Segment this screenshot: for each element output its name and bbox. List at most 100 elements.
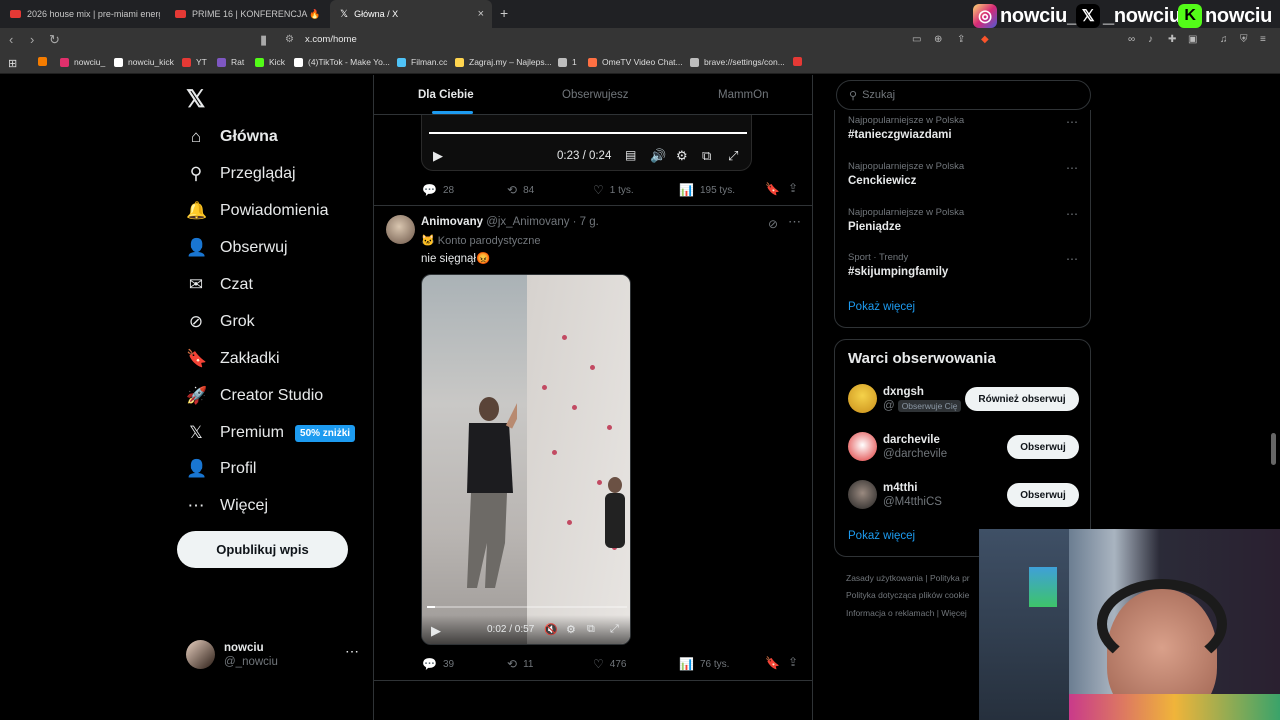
trend-item[interactable]: Najpopularniejsze w Polska Cenckiewicz bbox=[848, 161, 964, 187]
bookmark-8[interactable]: Zagraj.my – Najleps... bbox=[455, 57, 552, 67]
apps-icon[interactable]: ⊞ bbox=[8, 57, 17, 70]
reply-button[interactable]: 💬 28 bbox=[422, 183, 454, 197]
mute-icon[interactable]: 🔇 bbox=[544, 623, 558, 636]
like-button[interactable]: ♡ 476 bbox=[593, 657, 626, 671]
sidebar-item-grok[interactable]: ⊘ Grok bbox=[186, 312, 255, 332]
account-switcher[interactable]: nowciu @_nowciu ⋯ bbox=[186, 640, 359, 669]
tab-for-you[interactable]: Dla Ciebie bbox=[418, 89, 474, 101]
sidebar-item-chat[interactable]: ✉ Czat bbox=[186, 275, 253, 295]
tab-3-active[interactable]: 𝕏 Główna / X × bbox=[330, 0, 492, 28]
more-dots-icon[interactable]: ⋯ bbox=[1066, 252, 1078, 266]
bookmark-0[interactable] bbox=[38, 57, 52, 66]
more-dots-icon[interactable]: ⋯ bbox=[1066, 115, 1078, 129]
follow-suggestion[interactable]: darchevile @darchevile bbox=[848, 432, 947, 461]
tab-following[interactable]: Obserwujesz bbox=[562, 89, 628, 101]
repost-button[interactable]: ⟲ 84 bbox=[507, 183, 534, 197]
search-input[interactable]: ⚲ Szukaj bbox=[836, 80, 1091, 110]
tab-1[interactable]: 2026 house mix | pre-miami energy bbox=[10, 0, 160, 28]
settings-icon[interactable]: ⚙ bbox=[566, 623, 576, 636]
footer-links[interactable]: Zasady użytkowania | Polityka pr bbox=[846, 573, 970, 583]
new-tab-button[interactable]: + bbox=[500, 5, 508, 21]
repost-button[interactable]: ⟲ 11 bbox=[507, 657, 533, 671]
bookmark-icon[interactable]: 🔖 bbox=[765, 656, 780, 670]
sidebar-item-bookmarks[interactable]: 🔖 Zakładki bbox=[186, 349, 280, 369]
vpn-icon[interactable]: ⛨ bbox=[1240, 34, 1248, 45]
views-button[interactable]: 📊 195 tys. bbox=[679, 183, 735, 197]
audio-icon[interactable]: ♪ bbox=[1148, 34, 1153, 45]
sidebar-item-premium[interactable]: 𝕏 Premium 50% zniżki bbox=[186, 423, 356, 443]
sidebar-item-follow[interactable]: 👤 Obserwuj bbox=[186, 238, 288, 258]
footer-links[interactable]: Informacja o reklamach | Więcej bbox=[846, 608, 967, 618]
follow-suggestion[interactable]: dxngsh @ Obserwuje Cię bbox=[848, 384, 962, 413]
trend-item[interactable]: Najpopularniejsze w Polska Pieniądze bbox=[848, 207, 964, 233]
scrollbar-thumb[interactable] bbox=[1271, 433, 1276, 465]
video-progress[interactable] bbox=[427, 606, 627, 608]
share-icon[interactable]: ⇪ bbox=[788, 181, 798, 195]
views-button[interactable]: 📊 76 tys. bbox=[679, 657, 729, 671]
bookmark-2[interactable]: nowciu_kick bbox=[114, 57, 174, 67]
cast-icon[interactable]: ▭ bbox=[912, 34, 921, 45]
bookmark-4[interactable]: Rat bbox=[217, 57, 244, 67]
follow-back-button[interactable]: Również obserwuj bbox=[965, 387, 1079, 411]
reply-button[interactable]: 💬 39 bbox=[422, 657, 454, 671]
like-button[interactable]: ♡ 1 tys. bbox=[593, 183, 634, 197]
more-dots-icon[interactable]: ⋯ bbox=[1066, 161, 1078, 175]
share-icon[interactable]: ⇪ bbox=[788, 655, 798, 669]
show-more-link[interactable]: Pokaż więcej bbox=[848, 530, 915, 542]
tab-list[interactable]: MammOn bbox=[718, 89, 768, 101]
sidebar-item-more[interactable]: ⋯ Więcej bbox=[186, 496, 269, 516]
bookmark-3[interactable]: YT bbox=[182, 57, 207, 67]
fullscreen-icon[interactable]: ⤢ bbox=[728, 148, 738, 164]
play-icon[interactable]: ▶ bbox=[431, 623, 441, 639]
video-progress[interactable] bbox=[429, 132, 747, 134]
brave-shield-icon[interactable]: ◆ bbox=[981, 34, 989, 45]
reload-icon[interactable]: ↻ bbox=[49, 32, 60, 48]
close-tab-icon[interactable]: × bbox=[478, 8, 484, 20]
pip-icon[interactable]: ⧉ bbox=[702, 148, 711, 164]
bookmark-1[interactable]: nowciu_ bbox=[60, 57, 105, 67]
video-player-2[interactable]: ▶ 0:02 / 0:57 🔇 ⚙ ⧉ ⤢ bbox=[421, 274, 631, 645]
volume-icon[interactable]: 🔊 bbox=[650, 148, 666, 164]
follow-suggestion[interactable]: m4tthi @M4tthiCS bbox=[848, 480, 942, 509]
show-more-link[interactable]: Pokaż więcej bbox=[848, 301, 915, 313]
video-player-1[interactable]: ▶ 0:23 / 0:24 ▤ 🔊 ⚙ ⧉ ⤢ bbox=[421, 115, 752, 171]
sidebar-item-home[interactable]: ⌂ Główna bbox=[186, 127, 278, 147]
bookmark-10[interactable]: OmeTV Video Chat... bbox=[588, 57, 683, 67]
footer-links[interactable]: Polityka dotycząca plików cookie bbox=[846, 590, 969, 600]
zoom-icon[interactable]: ⊕ bbox=[934, 34, 942, 45]
sidebar-item-profile[interactable]: 👤 Profil bbox=[186, 459, 256, 479]
share-icon[interactable]: ⇪ bbox=[957, 34, 965, 45]
author-avatar[interactable] bbox=[386, 215, 415, 244]
sidebar-item-creator-studio[interactable]: 🚀 Creator Studio bbox=[186, 386, 323, 406]
sidebar-item-notifications[interactable]: 🔔 Powiadomienia bbox=[186, 201, 329, 221]
author-name[interactable]: Animovany bbox=[421, 216, 483, 228]
play-icon[interactable]: ▶ bbox=[433, 148, 443, 164]
tab-2[interactable]: PRIME 16 | KONFERENCJA 🔥 - YouT bbox=[175, 0, 320, 28]
follow-button[interactable]: Obserwuj bbox=[1007, 483, 1079, 507]
trend-item[interactable]: Sport · Trendy #skijumpingfamily bbox=[848, 252, 948, 278]
extension-icon[interactable]: ∞ bbox=[1128, 34, 1135, 45]
more-dots-icon[interactable]: ⋯ bbox=[1066, 207, 1078, 221]
more-dots-icon[interactable]: ⋯ bbox=[345, 643, 359, 660]
fullscreen-icon[interactable]: ⤢ bbox=[610, 623, 619, 636]
follow-button[interactable]: Obserwuj bbox=[1007, 435, 1079, 459]
captions-icon[interactable]: ▤ bbox=[625, 148, 636, 162]
url-field[interactable]: x.com/home bbox=[305, 34, 357, 45]
author-handle[interactable]: @jx_Animovany · 7 g. bbox=[486, 216, 599, 228]
menu-icon[interactable]: ≡ bbox=[1260, 34, 1266, 45]
bookmark-11[interactable]: brave://settings/con... bbox=[690, 57, 785, 67]
music-icon[interactable]: ♫ bbox=[1220, 34, 1228, 45]
back-icon[interactable]: ‹ bbox=[9, 32, 13, 47]
bookmark-9[interactable]: 1 bbox=[558, 57, 577, 67]
settings-icon[interactable]: ⚙ bbox=[676, 148, 688, 164]
bookmark-7[interactable]: Filman.cc bbox=[397, 57, 447, 67]
bookmark-page-icon[interactable]: ▮ bbox=[260, 32, 267, 48]
bookmark-6[interactable]: (4)TikTok - Make Yo... bbox=[294, 57, 390, 67]
site-info-icon[interactable]: ⚙ bbox=[285, 34, 294, 45]
forward-icon[interactable]: › bbox=[30, 32, 34, 47]
bookmark-12[interactable] bbox=[793, 57, 807, 66]
x-logo-icon[interactable]: 𝕏 bbox=[186, 85, 205, 114]
sidebar-item-explore[interactable]: ⚲ Przeglądaj bbox=[186, 164, 296, 184]
sidebar-icon[interactable]: ▣ bbox=[1188, 34, 1197, 45]
trend-item[interactable]: Najpopularniejsze w Polska #tanieczgwiazd… bbox=[848, 115, 964, 141]
